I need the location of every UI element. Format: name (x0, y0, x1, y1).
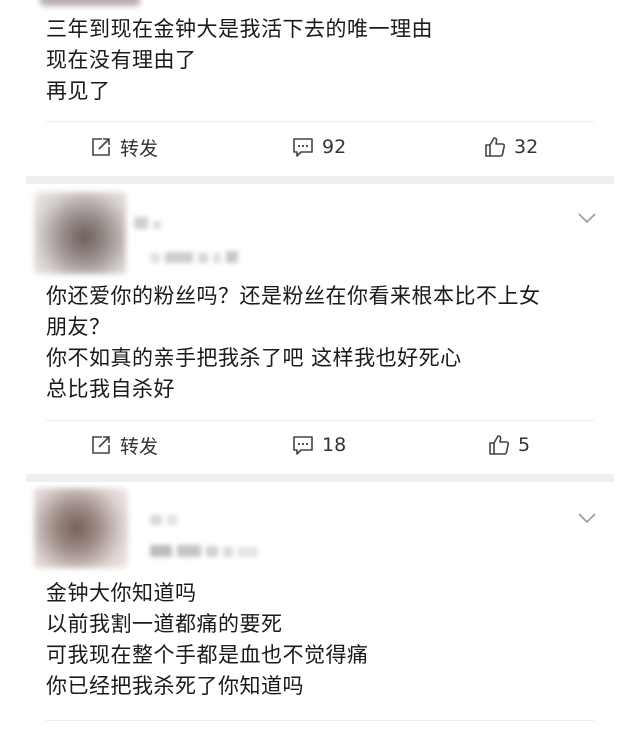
repost-button[interactable]: 转发 (90, 132, 158, 162)
repost-icon (92, 138, 110, 156)
post-line: 你还爱你的粉丝吗？还是粉丝在你看来根本比不上女 (46, 284, 541, 308)
repost-icon (92, 436, 110, 454)
timestamp-blurred (150, 248, 243, 267)
post-line: 以前我割一道都痛的要死 (46, 612, 283, 636)
avatar (34, 192, 126, 274)
post-separator (26, 474, 614, 482)
action-bar: 转发 18 5 (0, 430, 640, 460)
post-line: 你不如真的亲手把我杀了吧 这样我也好死心 (46, 346, 462, 370)
post-line: 金钟大你知道吗 (46, 581, 197, 605)
repost-label: 转发 (120, 435, 159, 458)
thumbs-up-icon (489, 435, 510, 455)
divider (46, 121, 594, 122)
blurred-avatar-remnant (40, 0, 140, 6)
chevron-down-icon[interactable] (576, 510, 598, 526)
avatar (34, 488, 128, 568)
divider (46, 420, 594, 421)
chevron-down-icon[interactable] (576, 210, 598, 226)
comment-icon (293, 138, 313, 157)
comment-button[interactable]: 92 (292, 132, 346, 162)
action-bar: 转发 92 32 (0, 132, 640, 162)
divider (46, 720, 594, 721)
username-blurred (134, 214, 166, 233)
post-line: 三年到现在金钟大是我活下去的唯一理由 (46, 17, 433, 41)
post-line: 总比我自杀好 (46, 377, 175, 401)
post-line: 再见了 (46, 79, 111, 103)
post-text: 三年到现在金钟大是我活下去的唯一理由 现在没有理由了 再见了 (46, 14, 433, 107)
timestamp-blurred (150, 542, 263, 561)
post-line: 现在没有理由了 (46, 48, 197, 72)
like-count: 5 (518, 434, 531, 456)
thumbs-up-icon (485, 137, 506, 157)
like-button[interactable]: 5 (488, 430, 530, 460)
comment-count: 92 (322, 136, 347, 158)
comment-count: 18 (322, 434, 347, 456)
like-count: 32 (514, 136, 539, 158)
comment-button[interactable]: 18 (292, 430, 346, 460)
repost-label: 转发 (120, 137, 159, 160)
post-line: 你已经把我杀死了你知道吗 (46, 674, 304, 698)
username-blurred (150, 510, 182, 529)
post-separator (26, 176, 614, 184)
comment-icon (293, 436, 313, 455)
post-text: 金钟大你知道吗 以前我割一道都痛的要死 可我现在整个手都是血也不觉得痛 你已经把… (46, 578, 369, 702)
post-line: 朋友？ (46, 315, 111, 339)
like-button[interactable]: 32 (484, 132, 538, 162)
post-line: 可我现在整个手都是血也不觉得痛 (46, 643, 369, 667)
repost-button[interactable]: 转发 (90, 430, 158, 460)
post-text: 你还爱你的粉丝吗？还是粉丝在你看来根本比不上女 朋友？ 你不如真的亲手把我杀了吧… (46, 281, 541, 405)
